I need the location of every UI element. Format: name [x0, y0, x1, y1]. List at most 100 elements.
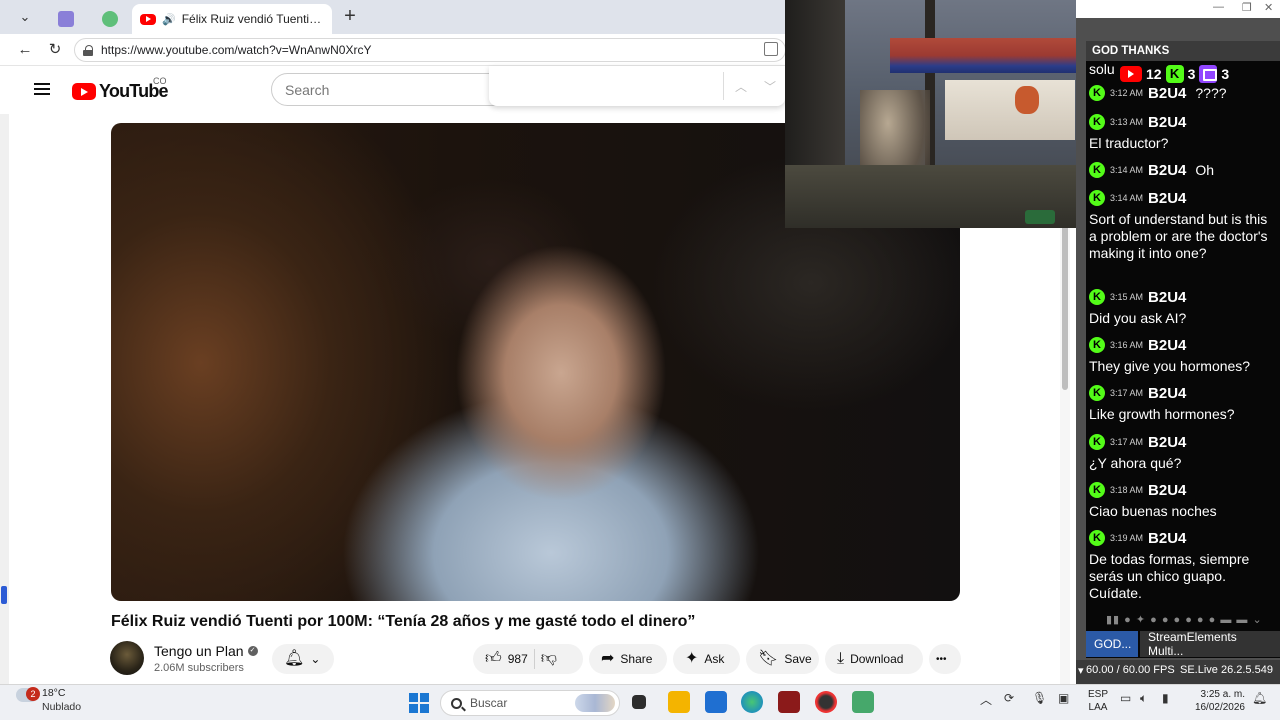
dislike-icon[interactable]: 👎︎ [541, 651, 557, 667]
kick-badge-icon: K [1089, 162, 1105, 178]
chat-message: K 3:19 AM B2U4 De todas formas, siempre se… [1089, 529, 1277, 602]
chevron-down-icon: ⌄ [310, 652, 321, 666]
kick-badge-icon: K [1089, 85, 1105, 101]
split-screen-icon[interactable] [764, 42, 778, 56]
chat-message: K 3:17 AM B2U4 ¿Y ahora qué? [1089, 433, 1277, 472]
taskbar: 2 18°C Nublado Buscar ︿ ⟳ 🎙︎ ▣ ESP LAA ▭… [0, 684, 1280, 720]
task-view-icon[interactable] [632, 695, 646, 709]
youtube-favicon-icon [140, 13, 156, 25]
message-user: B2U4 [1148, 433, 1187, 451]
notifications-button[interactable]: 🔔︎ ⌄ [272, 644, 334, 674]
like-icon[interactable]: 👍︎ [485, 651, 502, 667]
download-button[interactable]: ⤓ Download [825, 644, 923, 674]
chat-message: K 3:13 AM B2U4 El traductor? [1089, 113, 1277, 152]
tab-camera[interactable] [48, 4, 84, 34]
store-icon[interactable] [705, 691, 727, 713]
network-icon[interactable]: ▭ [1120, 691, 1131, 705]
kick-badge-icon: K [1089, 190, 1105, 206]
streamelements-icon[interactable] [852, 691, 874, 713]
channel-avatar[interactable] [110, 641, 144, 675]
message-user: B2U4 [1148, 288, 1187, 306]
save-button[interactable]: 🔖︎ Save [746, 644, 819, 674]
webcam-object [1025, 210, 1055, 224]
clock[interactable]: 3:25 a. m. 16/02/2026 [1193, 688, 1245, 714]
volume-icon[interactable]: 🔈︎ [1140, 691, 1147, 706]
reload-button[interactable]: ↻ [44, 40, 66, 60]
message-text: Oh [1195, 161, 1215, 178]
chat-tab-god[interactable]: GOD... [1086, 631, 1138, 657]
search-input[interactable]: Search [271, 73, 497, 106]
microphone-icon[interactable]: 🎙︎ [1032, 691, 1047, 705]
back-button[interactable]: ← [14, 40, 36, 60]
language-code: ESP [1088, 689, 1109, 700]
message-time: 3:17 AM [1110, 436, 1144, 447]
message-time: 3:17 AM [1110, 387, 1144, 398]
message-time: 3:13 AM [1110, 116, 1144, 127]
hamburger-menu-icon[interactable] [34, 83, 50, 95]
camera-app-icon [58, 11, 74, 27]
chevron-up-icon[interactable]: ︿ [735, 78, 747, 95]
share-icon: ➦ [601, 650, 615, 667]
share-button[interactable]: ➦ Share [589, 644, 667, 674]
emote-strip[interactable]: ▮▮ ● ✦ ● ● ● ● ● ● ▬ ▬ ⌄ [1106, 613, 1263, 626]
speaker-icon[interactable]: 🔊 [162, 13, 176, 26]
file-explorer-icon[interactable] [668, 691, 690, 713]
edge-icon[interactable] [741, 691, 763, 713]
display-icon[interactable]: ▣ [1058, 691, 1069, 705]
message-text: They give you hormones? [1089, 358, 1251, 374]
kick-count: 3 [1187, 66, 1196, 82]
sync-icon[interactable]: ⟳ [1004, 691, 1014, 705]
chat-message: K 3:16 AM B2U4 They give you hormones? [1089, 336, 1277, 375]
tab-title: Félix Ruiz vendió Tuenti por 1 [181, 12, 322, 26]
kick-badge-icon: K [1089, 482, 1105, 498]
kick-badge-icon: K [1089, 385, 1105, 401]
obs-icon[interactable] [815, 691, 837, 713]
left-edge-marker [1, 586, 7, 604]
twitch-count: 3 [1221, 66, 1230, 82]
like-count[interactable]: 987 [508, 652, 528, 666]
message-user: B2U4 [1148, 384, 1187, 402]
address-bar[interactable]: https://www.youtube.com/watch?v=WnAnwN0X… [74, 38, 786, 62]
red-app-icon[interactable] [778, 691, 800, 713]
message-text: Sort of understand but is this a problem… [1089, 211, 1268, 261]
chat-message: K 3:18 AM B2U4 Ciao buenas noches [1089, 481, 1277, 520]
windows-start-icon[interactable] [409, 693, 429, 713]
minimize-icon[interactable]: — [1213, 1, 1224, 13]
chat-message: K 3:17 AM B2U4 Like growth hormones? [1089, 384, 1277, 423]
message-time: 3:14 AM [1110, 192, 1144, 203]
tab-list-button[interactable]: ⌄ [10, 5, 40, 29]
tray-expand-icon[interactable]: ︿ [980, 691, 992, 708]
new-tab-button[interactable]: + [338, 6, 362, 28]
tab-youtube-video[interactable]: 🔊 Félix Ruiz vendió Tuenti por 1 [132, 4, 332, 34]
youtube-play-icon [72, 83, 96, 100]
chat-message: K 3:12 AM B2U4???? [1089, 84, 1277, 102]
subscriber-count: 2.06M subscribers [154, 662, 244, 674]
webcam-flag [890, 38, 1076, 73]
taskbar-search-input[interactable]: Buscar [440, 690, 620, 716]
ask-button[interactable]: ✦ Ask [673, 644, 740, 674]
kick-badge-icon: K [1089, 530, 1105, 546]
overlay-divider [723, 72, 724, 100]
maximize-icon[interactable]: ❐ [1242, 1, 1252, 14]
kick-icon: K [1165, 65, 1184, 83]
close-icon[interactable]: ✕ [1264, 1, 1273, 14]
channel-name-row[interactable]: Tengo un Plan ✓ [154, 643, 258, 659]
chevron-down-icon[interactable]: ﹀ [764, 78, 776, 95]
kick-badge-icon: K [1089, 114, 1105, 130]
verified-icon: ✓ [247, 646, 258, 656]
taskbar-search-placeholder: Buscar [470, 696, 508, 710]
chat-header: GOD THANKS [1086, 41, 1280, 61]
language-indicator[interactable]: ESP LAA [1088, 688, 1108, 714]
more-actions-button[interactable]: ••• [929, 644, 961, 674]
tab-green-app[interactable] [92, 4, 128, 34]
channel-name: Tengo un Plan [154, 643, 244, 659]
message-time: 3:16 AM [1110, 339, 1144, 350]
battery-icon[interactable]: ▮ [1162, 691, 1169, 705]
url-text: https://www.youtube.com/watch?v=WnAnwN0X… [101, 43, 372, 57]
twitch-icon [1199, 65, 1218, 83]
message-user: B2U4 [1148, 189, 1187, 207]
chat-tab-streamelements[interactable]: StreamElements Multi... [1140, 630, 1280, 658]
notifications-icon[interactable]: 🔔︎ [1252, 691, 1267, 705]
fps-readout: 60.00 / 60.00 FPS [1086, 664, 1175, 676]
youtube-icon [1120, 66, 1142, 82]
